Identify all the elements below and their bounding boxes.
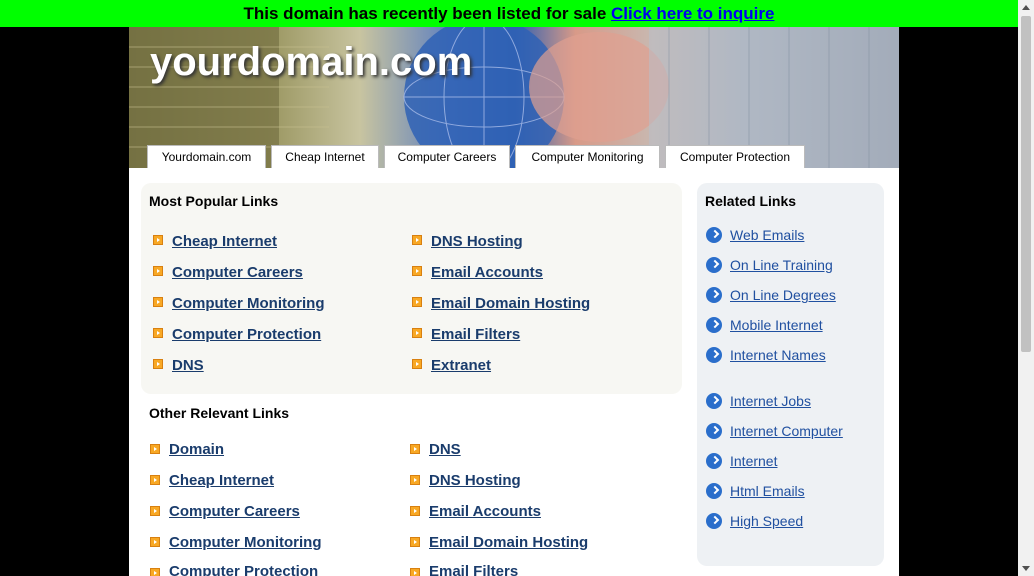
relevant-link[interactable]: Email Domain Hosting bbox=[429, 534, 588, 551]
arrow-icon bbox=[153, 235, 163, 245]
sale-banner: This domain has recently been listed for… bbox=[0, 0, 1018, 27]
related-links-title: Related Links bbox=[705, 193, 797, 209]
arrow-circle-icon bbox=[706, 317, 722, 333]
arrow-icon bbox=[410, 568, 420, 576]
inquire-link[interactable]: Click here to inquire bbox=[611, 4, 774, 23]
related-link[interactable]: High Speed bbox=[730, 513, 803, 529]
arrow-circle-icon bbox=[706, 453, 722, 469]
related-link[interactable]: Html Emails bbox=[730, 483, 805, 499]
arrow-icon bbox=[410, 444, 420, 454]
arrow-icon bbox=[410, 475, 420, 485]
scroll-up-icon[interactable] bbox=[1022, 5, 1030, 10]
related-link[interactable]: Internet bbox=[730, 453, 777, 469]
popular-link[interactable]: Computer Protection bbox=[172, 326, 321, 343]
popular-link[interactable]: DNS Hosting bbox=[431, 233, 523, 250]
scroll-thumb[interactable] bbox=[1021, 16, 1031, 352]
tab-computer-monitoring[interactable]: Computer Monitoring bbox=[515, 145, 660, 168]
tab-computer-protection[interactable]: Computer Protection bbox=[665, 145, 805, 168]
related-link[interactable]: Internet Computer bbox=[730, 423, 843, 439]
arrow-circle-icon bbox=[706, 393, 722, 409]
tab-yourdomain[interactable]: Yourdomain.com bbox=[147, 145, 266, 168]
arrow-icon bbox=[153, 359, 163, 369]
tab-computer-careers[interactable]: Computer Careers bbox=[384, 145, 510, 168]
arrow-icon bbox=[150, 568, 160, 576]
site-title: yourdomain.com bbox=[150, 40, 473, 84]
arrow-icon bbox=[150, 444, 160, 454]
relevant-link[interactable]: Computer Protection bbox=[169, 563, 318, 576]
page-content: yourdomain.com Yourdomain.com Cheap Inte… bbox=[129, 27, 899, 576]
related-link[interactable]: On Line Training bbox=[730, 257, 833, 273]
relevant-link[interactable]: Computer Monitoring bbox=[169, 534, 321, 551]
arrow-icon bbox=[412, 266, 422, 276]
arrow-icon bbox=[153, 266, 163, 276]
arrow-icon bbox=[412, 328, 422, 338]
vertical-scrollbar[interactable] bbox=[1018, 0, 1034, 576]
popular-link[interactable]: Computer Careers bbox=[172, 264, 303, 281]
related-link[interactable]: Internet Jobs bbox=[730, 393, 811, 409]
arrow-icon bbox=[153, 328, 163, 338]
popular-link[interactable]: DNS bbox=[172, 357, 204, 374]
arrow-icon bbox=[412, 297, 422, 307]
arrow-circle-icon bbox=[706, 257, 722, 273]
tab-cheap-internet[interactable]: Cheap Internet bbox=[271, 145, 379, 168]
relevant-link[interactable]: DNS bbox=[429, 441, 461, 458]
arrow-icon bbox=[153, 297, 163, 307]
arrow-icon bbox=[410, 506, 420, 516]
arrow-circle-icon bbox=[706, 287, 722, 303]
arrow-circle-icon bbox=[706, 347, 722, 363]
relevant-links-title: Other Relevant Links bbox=[149, 405, 290, 421]
popular-link[interactable]: Computer Monitoring bbox=[172, 295, 324, 312]
related-links-panel: Related Links Web Emails On Line Trainin… bbox=[697, 183, 884, 566]
arrow-icon bbox=[150, 506, 160, 516]
relevant-links-panel: Other Relevant Links Domain Cheap Intern… bbox=[141, 395, 682, 576]
arrow-icon bbox=[412, 359, 422, 369]
related-link[interactable]: Mobile Internet bbox=[730, 317, 823, 333]
arrow-circle-icon bbox=[706, 483, 722, 499]
arrow-icon bbox=[410, 537, 420, 547]
arrow-icon bbox=[412, 235, 422, 245]
arrow-circle-icon bbox=[706, 227, 722, 243]
arrow-circle-icon bbox=[706, 513, 722, 529]
relevant-link[interactable]: Email Accounts bbox=[429, 503, 541, 520]
popular-links-title: Most Popular Links bbox=[149, 193, 279, 209]
arrow-icon bbox=[150, 475, 160, 485]
popular-link[interactable]: Extranet bbox=[431, 357, 491, 374]
header-banner: yourdomain.com Yourdomain.com Cheap Inte… bbox=[129, 27, 899, 168]
arrow-icon bbox=[150, 537, 160, 547]
popular-links-panel: Most Popular Links Cheap Internet Comput… bbox=[141, 183, 682, 394]
related-link[interactable]: Web Emails bbox=[730, 227, 804, 243]
scroll-down-icon[interactable] bbox=[1022, 566, 1030, 571]
popular-link[interactable]: Email Accounts bbox=[431, 264, 543, 281]
relevant-link[interactable]: Computer Careers bbox=[169, 503, 300, 520]
popular-link[interactable]: Email Domain Hosting bbox=[431, 295, 590, 312]
related-link[interactable]: Internet Names bbox=[730, 347, 826, 363]
related-link[interactable]: On Line Degrees bbox=[730, 287, 836, 303]
popular-link[interactable]: Cheap Internet bbox=[172, 233, 277, 250]
relevant-link[interactable]: Cheap Internet bbox=[169, 472, 274, 489]
relevant-link[interactable]: Domain bbox=[169, 441, 224, 458]
popular-link[interactable]: Email Filters bbox=[431, 326, 520, 343]
relevant-link[interactable]: DNS Hosting bbox=[429, 472, 521, 489]
relevant-link[interactable]: Email Filters bbox=[429, 563, 518, 576]
arrow-circle-icon bbox=[706, 423, 722, 439]
sale-text: This domain has recently been listed for… bbox=[243, 4, 607, 23]
